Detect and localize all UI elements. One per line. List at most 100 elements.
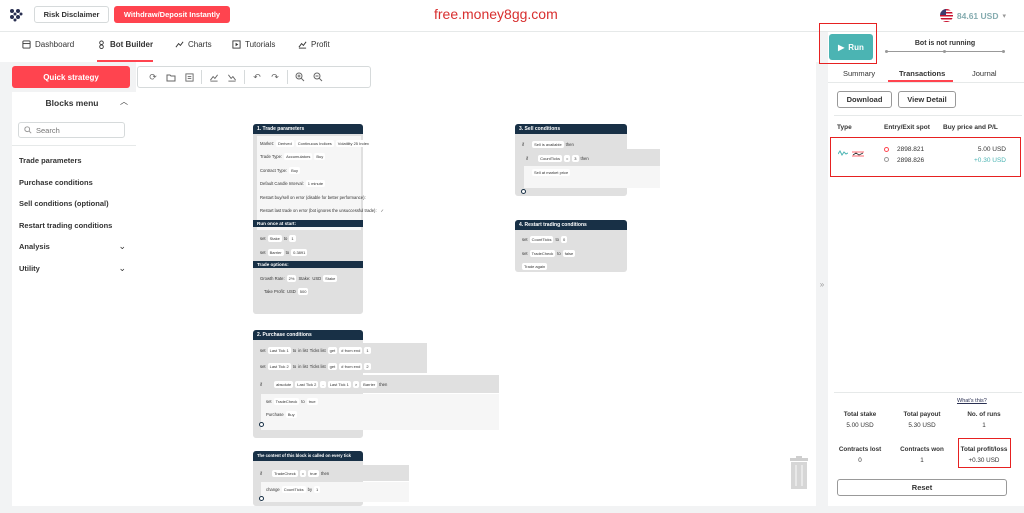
usd-label: USD	[312, 275, 322, 281]
trade-type-select-1[interactable]: Accumulators	[284, 152, 313, 160]
by-value[interactable]: 1	[314, 485, 321, 493]
market-select-1[interactable]: Derived	[275, 139, 294, 147]
eq-select[interactable]: =	[563, 154, 571, 162]
countticks-var[interactable]: CountTicks	[281, 485, 306, 493]
panel-collapse-handle[interactable]: »	[816, 62, 828, 506]
runs-label: No. of runs	[967, 411, 1001, 418]
tab-tutorials[interactable]: Tutorials	[232, 40, 275, 62]
download-button[interactable]: Download	[837, 91, 892, 108]
set-label: set	[260, 235, 266, 241]
zoom-out-icon[interactable]	[309, 68, 327, 86]
block-collapse-icon[interactable]	[259, 496, 264, 501]
trade-type-select-2[interactable]: Buy	[314, 152, 326, 160]
restart-buy-sell-checkbox[interactable]	[367, 194, 375, 200]
undo-icon[interactable]: ↶	[248, 68, 266, 86]
blocks-menu-item-sell-conditions[interactable]: Sell conditions (optional)	[19, 199, 109, 208]
tab-journal[interactable]: Journal	[972, 69, 997, 78]
chart-icon[interactable]	[205, 68, 223, 86]
block-collapse-icon[interactable]	[521, 189, 526, 194]
blocks-menu-item-trade-parameters[interactable]: Trade parameters	[19, 156, 82, 165]
trash-icon[interactable]	[789, 456, 809, 490]
tab-summary[interactable]: Summary	[843, 69, 875, 78]
set-last-tick-2-row: set Last Tick 2 to in list Ticks list ge…	[256, 361, 371, 371]
from-end-select[interactable]: # from end	[339, 362, 363, 370]
view-detail-button[interactable]: View Detail	[898, 91, 956, 108]
false-select[interactable]: false	[562, 249, 576, 257]
trade-again-pill[interactable]: Trade again	[522, 262, 548, 270]
index-value-1[interactable]: 1	[364, 346, 371, 354]
blocks-menu-item-restart-trading[interactable]: Restart trading conditions	[19, 221, 112, 230]
growth-rate-select[interactable]: 2%	[286, 274, 297, 282]
reset-button[interactable]: Reset	[837, 479, 1007, 496]
eq-select[interactable]: =	[299, 469, 307, 477]
market-select-2[interactable]: Continuous Indices	[295, 139, 334, 147]
tradecheck-var[interactable]: TradeCheck	[273, 397, 300, 405]
three-value[interactable]: 3	[572, 154, 579, 162]
chevron-down-icon[interactable]: ⌄	[118, 263, 126, 274]
gt-select[interactable]: >	[352, 380, 360, 388]
blocks-menu-item-utility[interactable]: Utility	[19, 264, 40, 273]
chevron-down-icon[interactable]: ⌄	[118, 241, 126, 252]
minus-select[interactable]: -	[320, 380, 326, 388]
blocks-search[interactable]	[18, 122, 125, 138]
index-value-2[interactable]: 2	[364, 362, 371, 370]
stake-var[interactable]: Stake	[267, 234, 282, 242]
deriv-logo-icon[interactable]	[8, 7, 24, 23]
countticks-var[interactable]: CountTicks	[538, 154, 562, 162]
blockly-workspace[interactable]	[136, 62, 816, 506]
true-select[interactable]: true	[308, 469, 319, 477]
save-icon[interactable]	[180, 68, 198, 86]
whats-this-link[interactable]: What's this?	[957, 398, 987, 404]
folder-open-icon[interactable]	[162, 68, 180, 86]
then-label: then	[320, 470, 330, 476]
withdraw-deposit-button[interactable]: Withdraw/Deposit Instantly	[114, 6, 230, 23]
in-list-label: in list	[298, 347, 308, 353]
tab-profit[interactable]: Profit	[298, 40, 330, 62]
barrier-var[interactable]: Barrier	[267, 248, 284, 256]
tradecheck-var[interactable]: TradeCheck	[529, 249, 556, 257]
countticks-var[interactable]: CountTicks	[529, 235, 554, 243]
tab-charts[interactable]: Charts	[175, 40, 212, 62]
barrier-ref[interactable]: Barrier	[361, 380, 378, 388]
last-tick-1-var[interactable]: Last Tick 1	[267, 346, 291, 354]
purchase-select[interactable]: Buy	[285, 410, 297, 418]
contract-type-select[interactable]: Buy	[289, 166, 301, 174]
run-once-header: Run once at start:	[253, 220, 363, 227]
account-balance[interactable]: 84.61 USD ▾	[939, 9, 1006, 22]
then-label: then	[580, 155, 589, 161]
tab-dashboard[interactable]: Dashboard	[22, 40, 74, 62]
blocks-menu-item-analysis[interactable]: Analysis	[19, 242, 50, 251]
set-label: set	[522, 250, 528, 256]
restart-last-trade-checkbox[interactable]: ✓	[378, 206, 386, 214]
redo-icon[interactable]: ↷	[266, 68, 284, 86]
candle-interval-select[interactable]: 1 minute	[305, 179, 326, 187]
chevron-up-icon[interactable]: ︿	[120, 96, 128, 107]
zero-value[interactable]: 0	[560, 235, 568, 243]
tradecheck-var[interactable]: TradeCheck	[272, 469, 298, 477]
barrier-value[interactable]: 0.3891	[291, 248, 308, 256]
sell-market-pill[interactable]: Sell at market price	[532, 168, 571, 176]
block-collapse-icon[interactable]	[259, 422, 264, 427]
risk-disclaimer-button[interactable]: Risk Disclaimer	[34, 6, 109, 23]
tab-bot-builder[interactable]: Bot Builder	[97, 40, 154, 62]
stake-input[interactable]: Stake	[323, 274, 338, 282]
sell-available-pill[interactable]: Sell is available	[532, 140, 564, 148]
trading-view-icon[interactable]	[223, 68, 241, 86]
absolute-select[interactable]: absolute	[274, 380, 294, 388]
blocks-menu-item-purchase-conditions[interactable]: Purchase conditions	[19, 178, 93, 187]
last-tick-1-ref[interactable]: Last Tick 1	[327, 380, 351, 388]
stake-value[interactable]: 1	[289, 234, 296, 242]
true-select[interactable]: true	[306, 397, 318, 405]
search-input[interactable]	[36, 125, 116, 135]
market-select-3[interactable]: Volatility 25 Index	[335, 139, 371, 147]
last-tick-2-var[interactable]: Last Tick 2	[267, 362, 291, 370]
last-tick-2-ref[interactable]: Last Tick 2	[295, 380, 319, 388]
tab-transactions[interactable]: Transactions	[899, 69, 945, 78]
get-select[interactable]: get	[327, 362, 338, 370]
quick-strategy-button[interactable]: Quick strategy	[12, 66, 130, 88]
reset-icon[interactable]: ⟳	[144, 68, 162, 86]
get-select[interactable]: get	[327, 346, 338, 354]
zoom-in-icon[interactable]	[291, 68, 309, 86]
from-end-select[interactable]: # from end	[339, 346, 363, 354]
take-profit-value[interactable]: 500	[297, 287, 309, 295]
